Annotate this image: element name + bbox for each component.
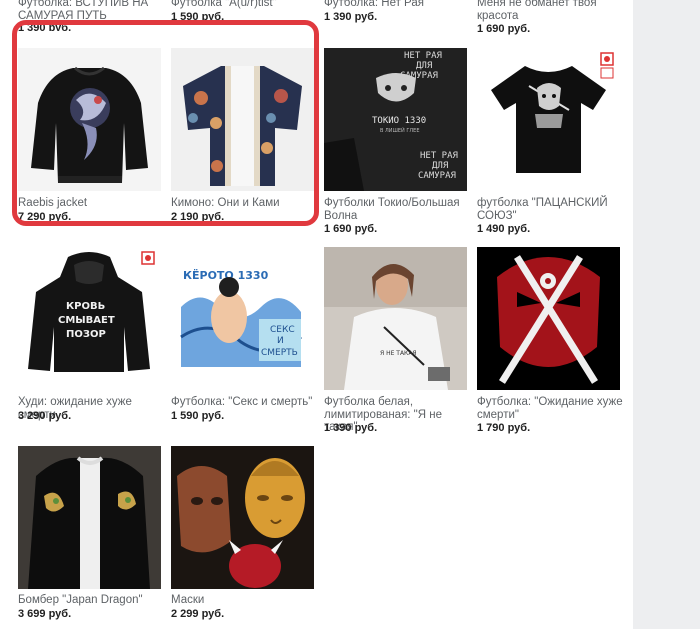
product-title[interactable]: Маски: [171, 594, 321, 607]
product-card[interactable]: Raebis jacket 7 290 руб.: [18, 48, 161, 238]
product-title[interactable]: Raebis jacket: [18, 197, 168, 210]
product-image-swords[interactable]: [477, 247, 620, 390]
product-image-tokyo-tshirts[interactable]: НЕТ РАЯ ДЛЯ САМУРАЯ ТОКИО 1330 В ЛИШЕЙ Г…: [324, 48, 467, 191]
svg-text:ДЛЯ: ДЛЯ: [432, 161, 448, 171]
right-gutter: [633, 0, 700, 629]
product-price: 1 390 руб.: [324, 422, 378, 434]
product-card-partial[interactable]: Футболка: ВСТУПИВ НА САМУРАЯ ПУТЬ 1 390 …: [18, 0, 161, 37]
product-price: 2 299 руб.: [171, 608, 225, 620]
product-card[interactable]: Кимоно: Они и Ками 2 190 руб.: [171, 48, 314, 238]
product-price: 1 390 руб.: [18, 22, 72, 31]
image-text: ТОКИО 1330: [372, 116, 426, 126]
image-text: СЕКС: [270, 325, 295, 335]
product-title[interactable]: футболка "ПАЦАНСКИЙ СОЮЗ": [477, 197, 627, 222]
product-title[interactable]: Футболка "A(u/r)tist": [171, 0, 321, 10]
product-price: 1 390 руб.: [324, 11, 378, 23]
product-price: 3 290 руб.: [18, 410, 72, 422]
image-text: НЕТ РАЯ: [404, 51, 442, 61]
svg-text:НЕТ РАЯ: НЕТ РАЯ: [420, 151, 458, 161]
product-card[interactable]: Маски 2 299 руб.: [171, 446, 314, 626]
product-card[interactable]: НЕТ РАЯ ДЛЯ САМУРАЯ ТОКИО 1330 В ЛИШЕЙ Г…: [324, 48, 467, 238]
product-image-kimono[interactable]: [171, 48, 314, 191]
product-card-partial[interactable]: Футболка "A(u/r)tist" 1 590 руб.: [171, 0, 314, 37]
product-title[interactable]: Бомбер "Japan Dragon": [18, 594, 168, 607]
svg-text:САМУРАЯ: САМУРАЯ: [418, 171, 456, 181]
product-image-print[interactable]: КЁРОТО 1330 СЕКС И СМЕРТЬ: [171, 247, 314, 390]
product-price: 1 690 руб.: [324, 223, 378, 235]
product-price: 1 590 руб.: [171, 11, 225, 23]
product-card[interactable]: футболка "ПАЦАНСКИЙ СОЮЗ" 1 490 руб.: [477, 48, 620, 238]
image-text: И: [277, 336, 284, 346]
product-card[interactable]: Я НЕ ТАКАЯ Футболка белая, лимитированая…: [324, 247, 467, 437]
product-image-jacket[interactable]: [18, 48, 161, 191]
product-image-bomber[interactable]: [18, 446, 161, 589]
image-text: СМЕРТЬ: [261, 348, 298, 358]
product-title[interactable]: Футболка: Нет Рая: [324, 0, 474, 10]
product-title[interactable]: Футболки Токио/Большая Волна: [324, 197, 474, 222]
product-card-partial[interactable]: Меня не обманет твоя красота 1 690 руб.: [477, 0, 620, 37]
product-title[interactable]: Меня не обманет твоя красота: [477, 0, 627, 22]
product-title[interactable]: Футболка: "Ожидание хуже смерти": [477, 396, 627, 421]
product-title[interactable]: Футболка: ВСТУПИВ НА САМУРАЯ ПУТЬ: [18, 0, 168, 22]
product-price: 1 690 руб.: [477, 23, 531, 35]
product-price: 1 590 руб.: [171, 410, 225, 422]
product-price: 1 790 руб.: [477, 422, 531, 434]
product-card[interactable]: КРОВЬ СМЫВАЕТ ПОЗОР Худи: ожидание хуже …: [18, 247, 161, 437]
product-title[interactable]: Футболка: "Секс и смерть": [171, 396, 321, 409]
image-text: ПОЗОР: [66, 329, 106, 340]
product-price: 3 699 руб.: [18, 608, 72, 620]
product-price: 2 190 руб.: [171, 211, 225, 223]
product-card[interactable]: КЁРОТО 1330 СЕКС И СМЕРТЬ Футболка: "Сек…: [171, 247, 314, 437]
product-image-hoodie[interactable]: КРОВЬ СМЫВАЕТ ПОЗОР: [18, 247, 161, 390]
image-text: В ЛИШЕЙ ГЛЕЕ: [380, 127, 419, 134]
image-text: СМЫВАЕТ: [58, 315, 115, 326]
product-card[interactable]: Бомбер "Japan Dragon" 3 699 руб.: [18, 446, 161, 626]
product-card[interactable]: Футболка: "Ожидание хуже смерти" 1 790 р…: [477, 247, 623, 437]
svg-text:Я НЕ ТАКАЯ: Я НЕ ТАКАЯ: [380, 350, 417, 357]
product-card-partial[interactable]: Футболка: Нет Рая 1 390 руб.: [324, 0, 467, 37]
product-price: 1 490 руб.: [477, 223, 531, 235]
image-text: КРОВЬ: [66, 301, 105, 312]
image-text: ДЛЯ: [416, 61, 432, 71]
product-image-masks[interactable]: [171, 446, 314, 589]
product-price: 7 290 руб.: [18, 211, 72, 223]
market-page: Футболка: ВСТУПИВ НА САМУРАЯ ПУТЬ 1 390 …: [0, 0, 633, 629]
product-title[interactable]: Кимоно: Они и Ками: [171, 197, 321, 210]
product-image-black-tshirt[interactable]: [477, 48, 620, 191]
product-image-woman-tshirt[interactable]: Я НЕ ТАКАЯ: [324, 247, 467, 390]
